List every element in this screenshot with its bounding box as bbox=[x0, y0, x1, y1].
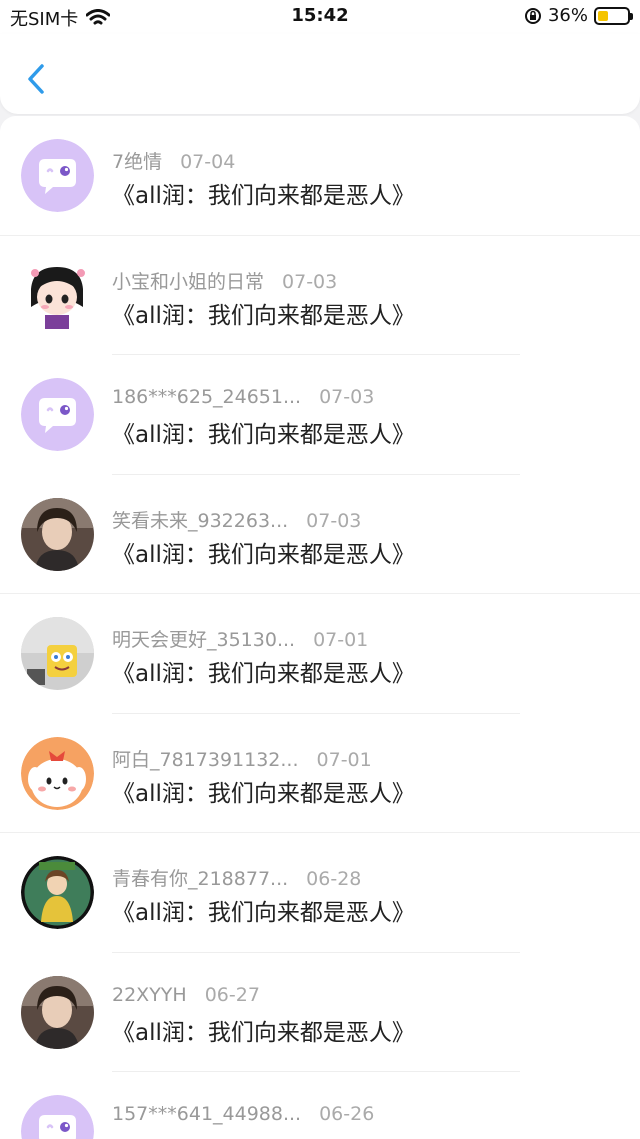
item-meta: 22XYYH 06-27 bbox=[112, 984, 260, 1006]
status-bar: 无SIM卡 15:42 36% bbox=[0, 0, 640, 34]
date: 07-03 bbox=[319, 386, 375, 408]
username[interactable]: 22XYYH bbox=[112, 984, 187, 1006]
date: 06-26 bbox=[319, 1103, 375, 1125]
username[interactable]: 157***641_44988... bbox=[112, 1103, 301, 1125]
avatar[interactable] bbox=[21, 617, 94, 690]
book-title[interactable]: 《all润：我们向来都是恶人》 bbox=[112, 1132, 415, 1139]
username[interactable]: 笑看未来_932263... bbox=[112, 510, 288, 532]
item-meta: 明天会更好_35130... 07-01 bbox=[112, 625, 368, 652]
battery-percent: 36% bbox=[547, 5, 588, 26]
date: 06-27 bbox=[204, 983, 260, 1006]
list-item[interactable]: 157***641_44988... 06-26 《all润：我们向来都是恶人》 bbox=[0, 1072, 640, 1139]
cartoon-girl-avatar-icon bbox=[21, 258, 94, 332]
avatar[interactable] bbox=[21, 856, 94, 929]
avatar[interactable] bbox=[21, 497, 94, 571]
list-item[interactable]: 22XYYH 06-27 《all润：我们向来都是恶人》 bbox=[0, 953, 640, 1072]
avatar[interactable] bbox=[21, 975, 94, 1049]
username[interactable]: 小宝和小姐的日常 bbox=[112, 271, 264, 293]
default-avatar-icon bbox=[21, 139, 94, 212]
back-button[interactable] bbox=[18, 60, 58, 100]
username[interactable]: 阿白_7817391132... bbox=[112, 749, 299, 771]
book-title[interactable]: 《all润：我们向来都是恶人》 bbox=[112, 176, 415, 210]
item-meta: 青春有你_218877... 06-28 bbox=[112, 864, 361, 891]
avatar[interactable] bbox=[21, 258, 94, 332]
date: 07-03 bbox=[306, 509, 362, 532]
book-title[interactable]: 《all润：我们向来都是恶人》 bbox=[112, 415, 415, 449]
list-item[interactable]: 186***625_24651... 07-03 《all润：我们向来都是恶人》 bbox=[0, 355, 640, 475]
date: 07-01 bbox=[316, 748, 372, 771]
status-right: 36% bbox=[524, 5, 633, 26]
book-title[interactable]: 《all润：我们向来都是恶人》 bbox=[112, 535, 415, 569]
nav-bar bbox=[0, 34, 640, 114]
username[interactable]: 青春有你_218877... bbox=[112, 868, 288, 890]
cute-dog-avatar-icon bbox=[21, 736, 94, 810]
book-title[interactable]: 《all润：我们向来都是恶人》 bbox=[112, 893, 415, 927]
game-character-avatar-icon bbox=[21, 856, 94, 929]
item-meta: 157***641_44988... 06-26 bbox=[112, 1103, 374, 1125]
list-item[interactable]: 小宝和小姐的日常 07-03 《all润：我们向来都是恶人》 bbox=[0, 236, 640, 355]
item-meta: 小宝和小姐的日常 07-03 bbox=[112, 267, 337, 294]
list-item[interactable]: 青春有你_218877... 06-28 《all润：我们向来都是恶人》 bbox=[0, 833, 640, 953]
item-meta: 阿白_7817391132... 07-01 bbox=[112, 745, 372, 772]
book-title[interactable]: 《all润：我们向来都是恶人》 bbox=[112, 296, 415, 330]
chevron-left-icon bbox=[28, 64, 44, 94]
item-meta: 笑看未来_932263... 07-03 bbox=[112, 506, 361, 533]
book-title[interactable]: 《all润：我们向来都是恶人》 bbox=[112, 1013, 415, 1047]
default-avatar-icon bbox=[21, 1095, 94, 1139]
avatar[interactable] bbox=[21, 736, 94, 810]
item-meta: 186***625_24651... 07-03 bbox=[112, 386, 374, 408]
battery-level bbox=[598, 10, 608, 21]
list-item[interactable]: 明天会更好_35130... 07-01 《all润：我们向来都是恶人》 bbox=[0, 594, 640, 714]
default-avatar-icon bbox=[21, 378, 94, 451]
date: 07-03 bbox=[282, 270, 338, 293]
username[interactable]: 186***625_24651... bbox=[112, 386, 301, 408]
photo-avatar-icon bbox=[21, 497, 94, 571]
sponge-avatar-icon bbox=[21, 617, 94, 690]
book-title[interactable]: 《all润：我们向来都是恶人》 bbox=[112, 774, 415, 808]
list-item[interactable]: 阿白_7817391132... 07-01 《all润：我们向来都是恶人》 bbox=[0, 714, 640, 833]
username[interactable]: 7绝情 bbox=[112, 151, 162, 173]
comment-list: 7绝情 07-04 《all润：我们向来都是恶人》 小宝和小姐的日常 07-03 《all… bbox=[0, 116, 640, 1139]
battery-icon bbox=[594, 6, 633, 25]
avatar[interactable] bbox=[21, 139, 94, 212]
date: 07-04 bbox=[180, 151, 236, 173]
book-title[interactable]: 《all润：我们向来都是恶人》 bbox=[112, 654, 415, 688]
list-item[interactable]: 笑看未来_932263... 07-03 《all润：我们向来都是恶人》 bbox=[0, 475, 640, 594]
photo-avatar-icon bbox=[21, 975, 94, 1049]
date: 06-28 bbox=[306, 868, 362, 890]
item-meta: 7绝情 07-04 bbox=[112, 147, 235, 174]
list-item[interactable]: 7绝情 07-04 《all润：我们向来都是恶人》 bbox=[0, 116, 640, 236]
rotation-lock-icon bbox=[524, 7, 541, 24]
username[interactable]: 明天会更好_35130... bbox=[112, 629, 295, 651]
date: 07-01 bbox=[313, 629, 369, 651]
avatar[interactable] bbox=[21, 1095, 94, 1139]
avatar[interactable] bbox=[21, 378, 94, 451]
